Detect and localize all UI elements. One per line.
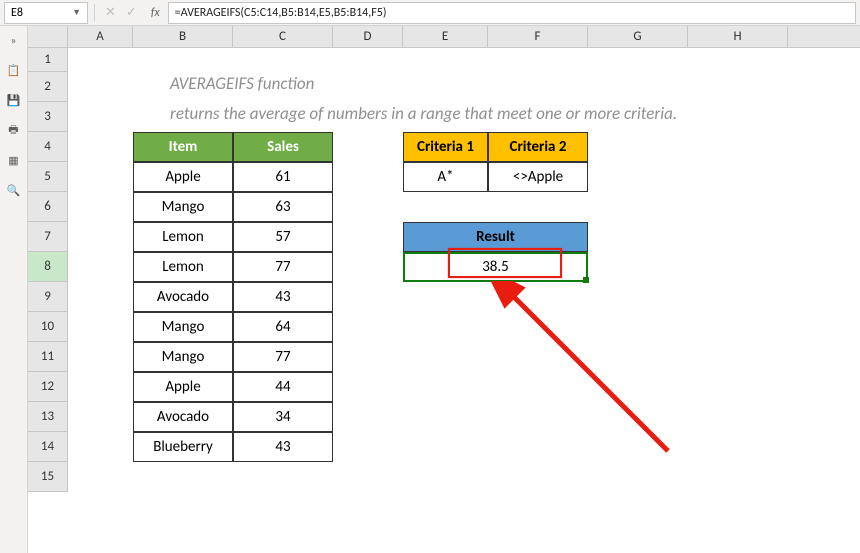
row-header-3[interactable]: 3 xyxy=(28,102,68,132)
spreadsheet-grid[interactable]: ABCDEFGH 123456789101112131415 ItemSales… xyxy=(28,26,860,553)
title-text: AVERAGEIFS function xyxy=(170,73,314,94)
cell-item-0[interactable]: Apple xyxy=(133,162,233,192)
left-sidebar: » 📋 💾 🖶 ▦ 🔍 xyxy=(0,26,28,553)
cell-item-4[interactable]: Avocado xyxy=(133,282,233,312)
row-header-6[interactable]: 6 xyxy=(28,192,68,222)
cell-sales-7[interactable]: 44 xyxy=(233,372,333,402)
row-header-4[interactable]: 4 xyxy=(28,132,68,162)
row-header-2[interactable]: 2 xyxy=(28,72,68,102)
cancel-icon[interactable]: ✕ xyxy=(105,5,116,20)
col-header-H[interactable]: H xyxy=(688,26,788,47)
clipboard-icon[interactable]: 📋 xyxy=(6,62,22,78)
cell-item-1[interactable]: Mango xyxy=(133,192,233,222)
header-item[interactable]: Item xyxy=(133,132,233,162)
select-all-corner[interactable] xyxy=(28,26,68,47)
header-sales[interactable]: Sales xyxy=(233,132,333,162)
fx-icon[interactable]: fx xyxy=(151,6,160,20)
expand-icon[interactable]: » xyxy=(6,32,22,48)
row-header-12[interactable]: 12 xyxy=(28,372,68,402)
row-header-11[interactable]: 11 xyxy=(28,342,68,372)
chevron-down-icon[interactable]: ▼ xyxy=(72,7,81,18)
cell-sales-2[interactable]: 57 xyxy=(233,222,333,252)
grid-icon[interactable]: ▦ xyxy=(6,152,22,168)
cell-item-5[interactable]: Mango xyxy=(133,312,233,342)
cell-item-3[interactable]: Lemon xyxy=(133,252,233,282)
row-header-7[interactable]: 7 xyxy=(28,222,68,252)
cell-sales-6[interactable]: 77 xyxy=(233,342,333,372)
divider xyxy=(94,4,95,22)
header-criteria-2[interactable]: Criteria 2 xyxy=(488,132,588,162)
row-header-1[interactable]: 1 xyxy=(28,48,68,72)
row-header-15[interactable]: 15 xyxy=(28,462,68,492)
col-header-C[interactable]: C xyxy=(233,26,333,47)
cell-criteria-2[interactable]: <>Apple xyxy=(488,162,588,192)
name-box-value: E8 xyxy=(11,6,23,20)
find-icon[interactable]: 🔍 xyxy=(6,182,22,198)
print-icon[interactable]: 🖶 xyxy=(6,122,22,138)
row-header-13[interactable]: 13 xyxy=(28,402,68,432)
row-header-5[interactable]: 5 xyxy=(28,162,68,192)
cell-sales-5[interactable]: 64 xyxy=(233,312,333,342)
col-header-E[interactable]: E xyxy=(403,26,488,47)
cell-sales-9[interactable]: 43 xyxy=(233,432,333,462)
cell-sales-4[interactable]: 43 xyxy=(233,282,333,312)
cell-item-6[interactable]: Mango xyxy=(133,342,233,372)
cell-sales-8[interactable]: 34 xyxy=(233,402,333,432)
cell-item-7[interactable]: Apple xyxy=(133,372,233,402)
name-box[interactable]: E8 ▼ xyxy=(4,2,88,24)
save-icon[interactable]: 💾 xyxy=(6,92,22,108)
cell-sales-0[interactable]: 61 xyxy=(233,162,333,192)
formula-input[interactable] xyxy=(168,2,856,24)
result-highlight xyxy=(448,248,562,278)
row-header-14[interactable]: 14 xyxy=(28,432,68,462)
formula-buttons: ✕ ✓ fx xyxy=(101,5,168,20)
enter-icon[interactable]: ✓ xyxy=(126,5,137,20)
col-header-A[interactable]: A xyxy=(68,26,133,47)
cell-item-8[interactable]: Avocado xyxy=(133,402,233,432)
col-header-D[interactable]: D xyxy=(333,26,403,47)
col-header-F[interactable]: F xyxy=(488,26,588,47)
subtitle-text: returns the average of numbers in a rang… xyxy=(170,103,677,124)
cell-item-9[interactable]: Blueberry xyxy=(133,432,233,462)
header-criteria-1[interactable]: Criteria 1 xyxy=(403,132,488,162)
cell-criteria-1[interactable]: A* xyxy=(403,162,488,192)
cell-sales-1[interactable]: 63 xyxy=(233,192,333,222)
cell-sales-3[interactable]: 77 xyxy=(233,252,333,282)
fill-handle[interactable] xyxy=(583,277,589,283)
row-headers: 123456789101112131415 xyxy=(28,48,68,492)
formula-bar: E8 ▼ ✕ ✓ fx xyxy=(0,0,860,26)
column-headers: ABCDEFGH xyxy=(28,26,860,48)
cell-item-2[interactable]: Lemon xyxy=(133,222,233,252)
row-header-10[interactable]: 10 xyxy=(28,312,68,342)
col-header-B[interactable]: B xyxy=(133,26,233,47)
col-header-G[interactable]: G xyxy=(588,26,688,47)
row-header-8[interactable]: 8 xyxy=(28,252,68,282)
row-header-9[interactable]: 9 xyxy=(28,282,68,312)
